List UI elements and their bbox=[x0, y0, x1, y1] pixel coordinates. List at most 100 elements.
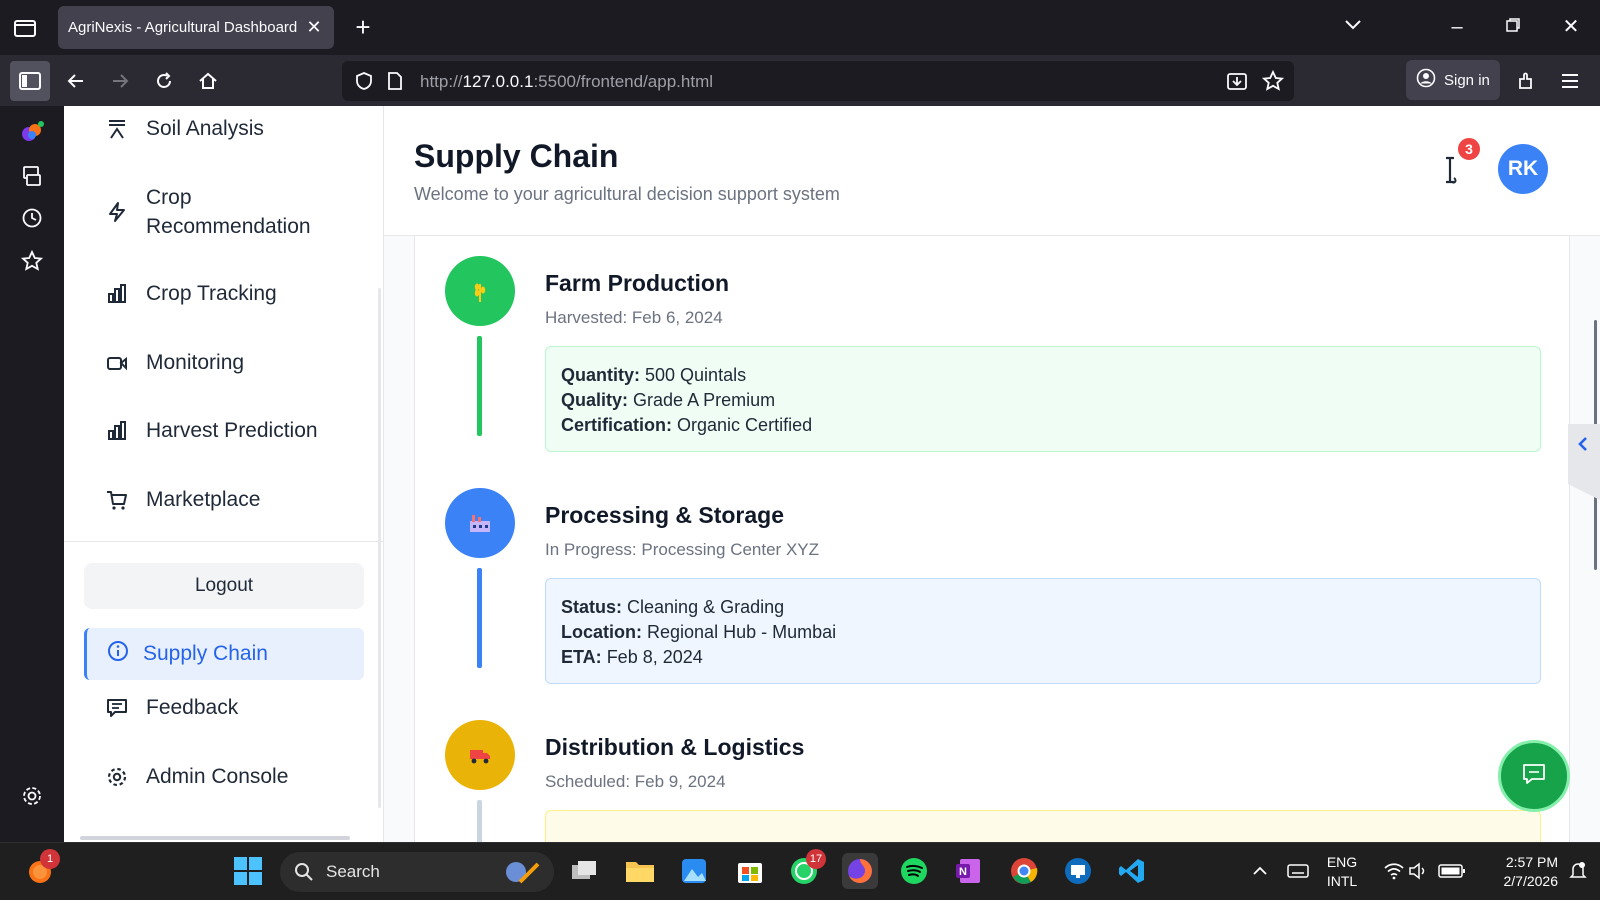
shield-icon[interactable] bbox=[354, 71, 374, 96]
sidebar-item-harvest-prediction[interactable]: Harvest Prediction bbox=[104, 415, 364, 447]
timeline-connector bbox=[477, 336, 482, 436]
cart-icon bbox=[104, 487, 130, 513]
sidebar-item-monitoring[interactable]: Monitoring bbox=[104, 347, 364, 379]
bookmarks-icon[interactable] bbox=[20, 249, 44, 273]
timeline-connector bbox=[477, 568, 482, 668]
spotify-icon[interactable] bbox=[896, 853, 932, 889]
sidebar-item-marketplace[interactable]: Marketplace bbox=[104, 484, 364, 516]
sidebar-item-soil-analysis[interactable]: Soil Analysis bbox=[104, 114, 364, 144]
stage-subtitle: Harvested: Feb 6, 2024 bbox=[545, 308, 723, 327]
app-sidebar: Soil Analysis Crop Recommendation Crop T… bbox=[64, 106, 384, 842]
close-window-icon[interactable]: ✕ bbox=[1558, 14, 1584, 40]
wheat-icon bbox=[445, 256, 515, 326]
sidebar-item-crop-tracking[interactable]: Crop Tracking bbox=[104, 278, 364, 310]
detail-value: Regional Hub - Mumbai bbox=[647, 622, 837, 642]
copilot-icon[interactable] bbox=[20, 120, 44, 144]
avatar[interactable]: RK bbox=[1498, 144, 1548, 194]
browser-nav-bar: http://127.0.0.1:5500/frontend/app.html … bbox=[0, 55, 1600, 106]
detail-row-location: Location: Regional Hub - Mumbai bbox=[561, 620, 1525, 645]
bar-chart-icon bbox=[104, 281, 130, 307]
file-explorer-icon[interactable] bbox=[622, 853, 658, 889]
notification-badge: 3 bbox=[1456, 136, 1482, 162]
sidebar-divider bbox=[64, 541, 383, 542]
volume-icon[interactable] bbox=[1400, 853, 1436, 889]
page-title: Supply Chain bbox=[414, 138, 619, 174]
sidebar-item-supply-chain[interactable]: Supply Chain bbox=[84, 628, 364, 680]
extensions-icon[interactable] bbox=[1510, 65, 1542, 97]
url-bar[interactable]: http://127.0.0.1:5500/frontend/app.html bbox=[342, 61, 1294, 101]
microsoft-store-icon[interactable] bbox=[732, 853, 768, 889]
menu-hamburger-icon[interactable] bbox=[1554, 65, 1586, 97]
reload-icon[interactable] bbox=[148, 65, 180, 97]
clock[interactable]: 2:57 PM 2/7/2026 bbox=[1478, 853, 1559, 891]
language-indicator[interactable]: ENG INTL bbox=[1320, 853, 1364, 891]
firefox-icon[interactable] bbox=[842, 853, 878, 889]
keyboard-icon[interactable] bbox=[1280, 853, 1316, 889]
stage-title: Processing & Storage bbox=[545, 502, 785, 528]
url-text[interactable]: http://127.0.0.1:5500/frontend/app.html bbox=[420, 72, 713, 92]
page-info-icon[interactable] bbox=[386, 71, 404, 96]
forward-icon[interactable] bbox=[104, 65, 136, 97]
sidebar-item-feedback[interactable]: Feedback bbox=[104, 692, 364, 724]
sidebar-scrollbar[interactable] bbox=[378, 288, 381, 808]
notifications-bell-icon[interactable] bbox=[1560, 853, 1596, 889]
sidebar-item-label: Soil Analysis bbox=[146, 117, 264, 140]
detail-row-certification: Certification: Organic Certified bbox=[561, 413, 1525, 438]
sign-in-label: Sign in bbox=[1444, 71, 1490, 89]
account-icon bbox=[1416, 68, 1436, 92]
keyboard-layout: INTL bbox=[1326, 873, 1358, 889]
tab-close-icon[interactable]: ✕ bbox=[304, 17, 324, 37]
photos-icon[interactable] bbox=[676, 853, 712, 889]
bookmark-star-icon[interactable] bbox=[1261, 69, 1285, 97]
detail-key: Quality: bbox=[561, 390, 629, 410]
tab-list-icon[interactable] bbox=[12, 16, 38, 40]
task-view-icon[interactable] bbox=[566, 853, 602, 889]
sign-in-button[interactable]: Sign in bbox=[1406, 60, 1500, 100]
sidebar-item-crop-recommendation[interactable]: Crop Recommendation bbox=[104, 180, 364, 244]
new-tab-icon[interactable]: + bbox=[350, 14, 376, 40]
stage-title: Farm Production bbox=[545, 270, 730, 296]
chat-button[interactable] bbox=[1498, 740, 1570, 812]
detail-key: Certification: bbox=[561, 415, 673, 435]
sidebar-horizontal-scrollbar[interactable] bbox=[80, 836, 350, 840]
synced-tabs-icon[interactable] bbox=[20, 164, 44, 188]
sidebar-item-label: Monitoring bbox=[146, 351, 245, 374]
windows-start-icon[interactable] bbox=[230, 853, 266, 889]
detail-value: Grade A Premium bbox=[633, 390, 776, 410]
taskbar-search[interactable]: Search bbox=[280, 852, 554, 892]
history-icon[interactable] bbox=[20, 206, 44, 230]
search-highlight-icon bbox=[502, 858, 542, 891]
page-subtitle: Welcome to your agricultural decision su… bbox=[414, 184, 840, 204]
detail-row-quality: Quality: Grade A Premium bbox=[561, 388, 1525, 413]
download-page-icon[interactable] bbox=[1226, 71, 1248, 96]
minimize-icon[interactable]: – bbox=[1444, 14, 1470, 40]
battery-icon[interactable] bbox=[1434, 853, 1470, 889]
back-icon[interactable] bbox=[60, 65, 92, 97]
sidebar-toggle-icon[interactable] bbox=[10, 61, 50, 101]
language-code: ENG bbox=[1326, 854, 1358, 870]
chrome-icon[interactable] bbox=[1006, 853, 1042, 889]
chevron-up-icon[interactable] bbox=[1242, 853, 1278, 889]
url-prefix: http:// bbox=[420, 72, 463, 91]
main-header: Supply Chain Welcome to your agricultura… bbox=[384, 106, 1600, 236]
search-label: Search bbox=[326, 862, 380, 881]
vscode-icon[interactable] bbox=[1114, 853, 1150, 889]
sidebar-item-admin-console[interactable]: Admin Console bbox=[104, 761, 364, 793]
chevron-left-icon bbox=[1576, 436, 1590, 457]
onenote-icon[interactable]: N bbox=[950, 853, 986, 889]
gear-icon bbox=[104, 764, 130, 790]
sidebar-settings-icon[interactable] bbox=[20, 784, 44, 808]
home-icon[interactable] bbox=[192, 65, 224, 97]
weather-badge: 1 bbox=[40, 849, 60, 869]
restore-icon[interactable] bbox=[1500, 14, 1526, 40]
tab-overflow-chevron-icon[interactable] bbox=[1340, 14, 1366, 40]
stage-details bbox=[545, 810, 1541, 842]
side-panel-toggle[interactable] bbox=[1568, 424, 1600, 504]
sidebar-item-label: Harvest Prediction bbox=[146, 419, 318, 442]
video-icon bbox=[104, 350, 130, 376]
stage-details: Quantity: 500 Quintals Quality: Grade A … bbox=[545, 346, 1541, 452]
browser-tab-active[interactable]: AgriNexis - Agricultural Dashboard ✕ bbox=[58, 6, 334, 49]
supply-chain-timeline: Farm Production Harvested: Feb 6, 2024 Q… bbox=[414, 236, 1570, 842]
logout-button[interactable]: Logout bbox=[84, 563, 364, 609]
remote-desktop-icon[interactable] bbox=[1060, 853, 1096, 889]
